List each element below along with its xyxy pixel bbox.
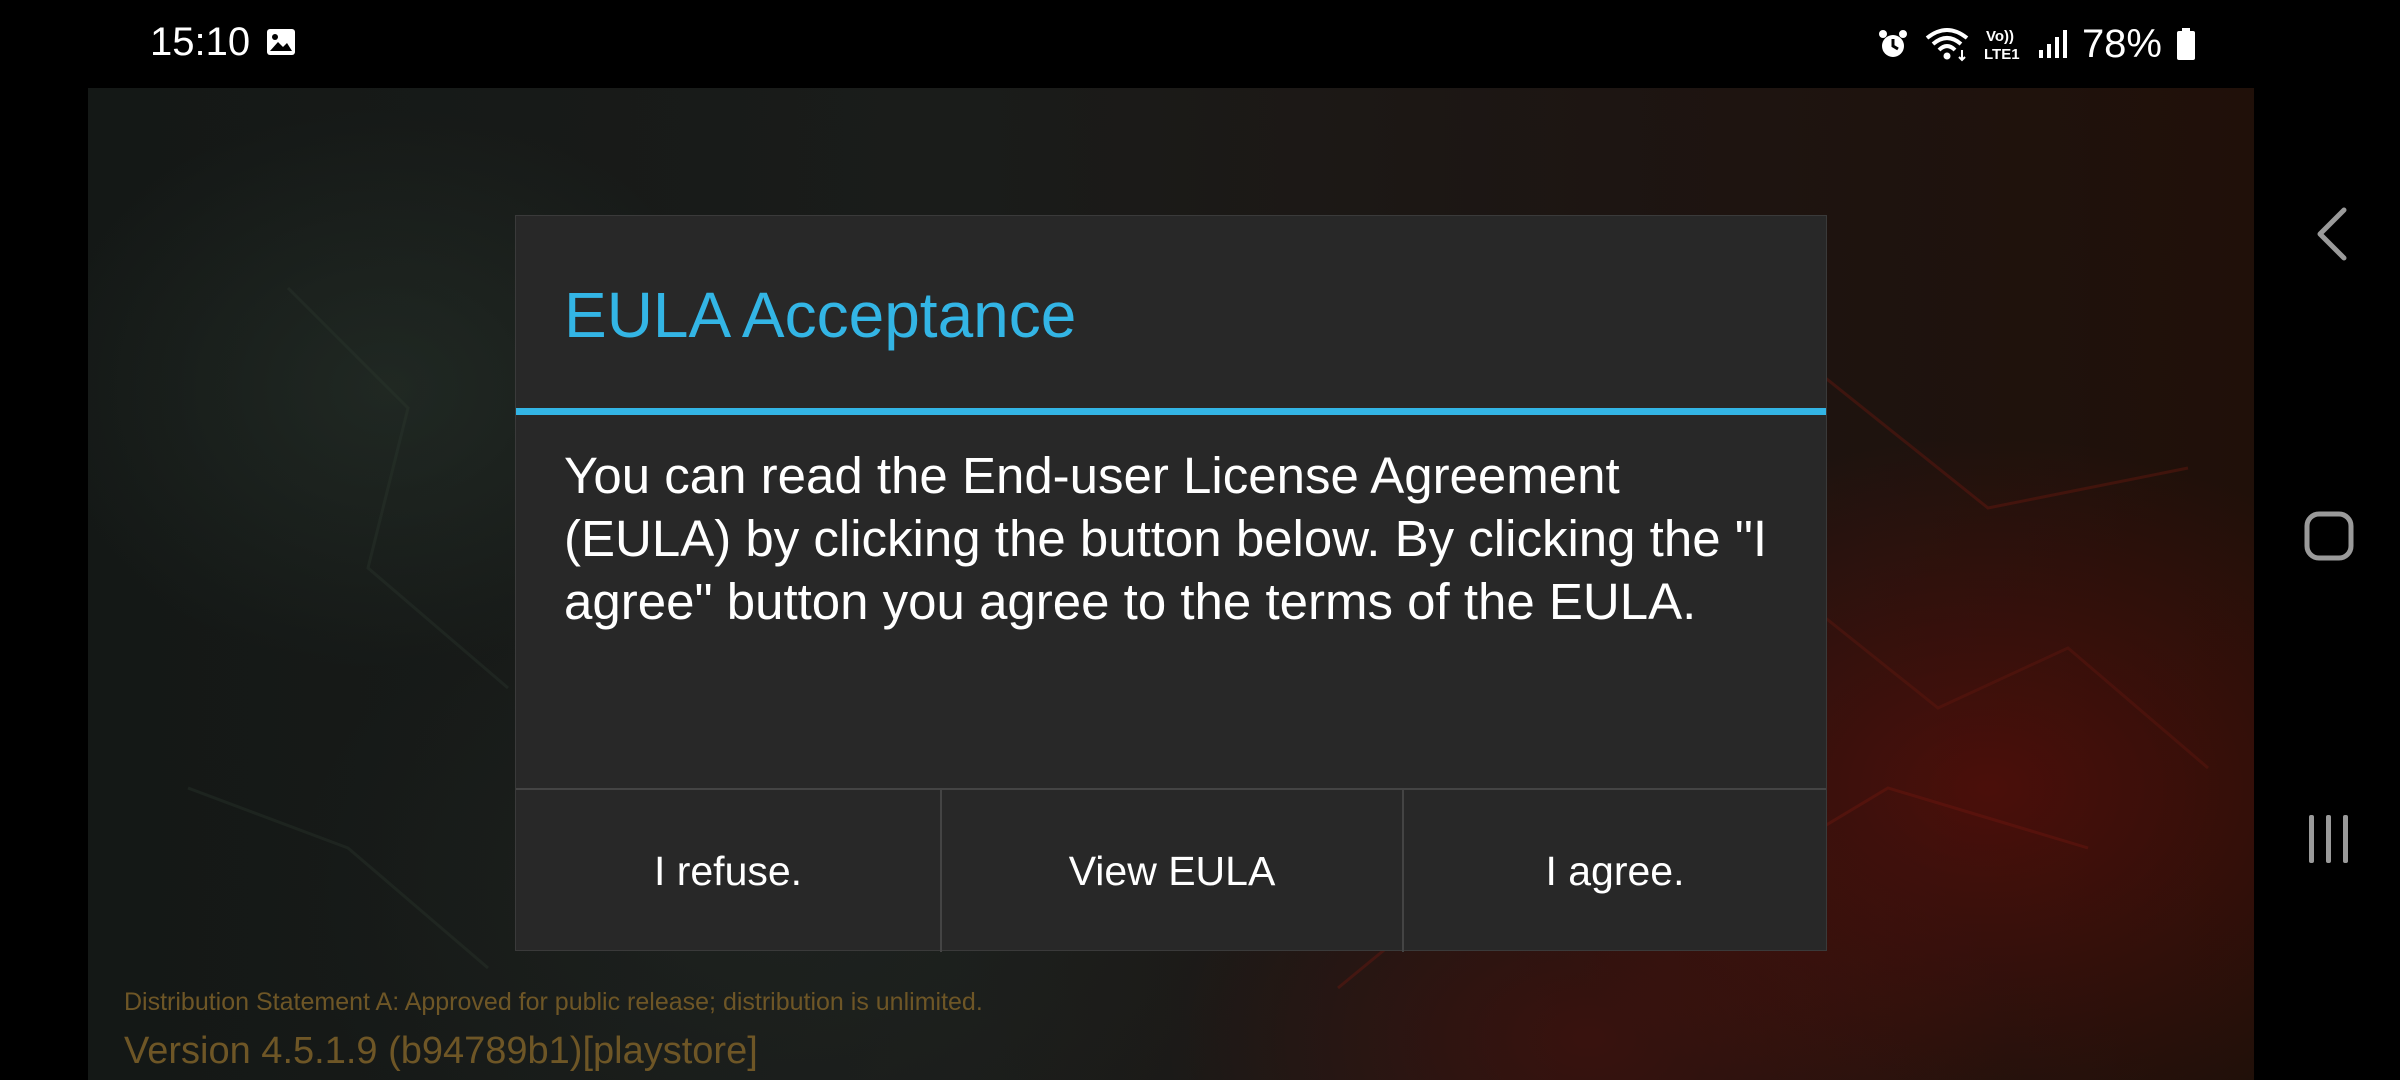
wifi-icon	[1925, 28, 1969, 62]
volte-icon: Vo)) LTE1	[1984, 28, 2020, 62]
gallery-icon	[267, 29, 295, 55]
battery-percentage: 78%	[2081, 21, 2162, 66]
version-label: Version 4.5.1.9 (b94789b1)[playstore]	[124, 1030, 758, 1072]
svg-text:LTE1: LTE1	[1984, 46, 2020, 62]
status-time: 15:10	[150, 20, 251, 64]
refuse-button[interactable]: I refuse.	[516, 790, 940, 952]
status-icons: Vo)) LTE1 78%	[1876, 20, 2196, 68]
alarm-icon	[1878, 30, 1907, 57]
dialog-title: EULA Acceptance	[564, 279, 1077, 351]
back-icon[interactable]	[2310, 204, 2354, 264]
title-divider	[516, 408, 1826, 415]
dialog-button-row: I refuse. View EULA I agree.	[516, 788, 1826, 952]
eula-dialog: EULA Acceptance You can read the End-use…	[516, 216, 1826, 952]
view-eula-button[interactable]: View EULA	[940, 790, 1402, 952]
battery-icon	[2177, 28, 2195, 60]
signal-icon	[2038, 30, 2067, 58]
status-bar: 15:10 Vo)) LTE1 78%	[0, 0, 2400, 88]
home-icon[interactable]	[2303, 510, 2355, 562]
svg-text:Vo)): Vo))	[1986, 28, 2014, 45]
agree-button[interactable]: I agree.	[1402, 790, 1826, 952]
distribution-statement: Distribution Statement A: Approved for p…	[124, 988, 983, 1016]
recent-apps-icon[interactable]	[2304, 813, 2354, 865]
dialog-message: You can read the End-user License Agreem…	[564, 447, 1768, 630]
